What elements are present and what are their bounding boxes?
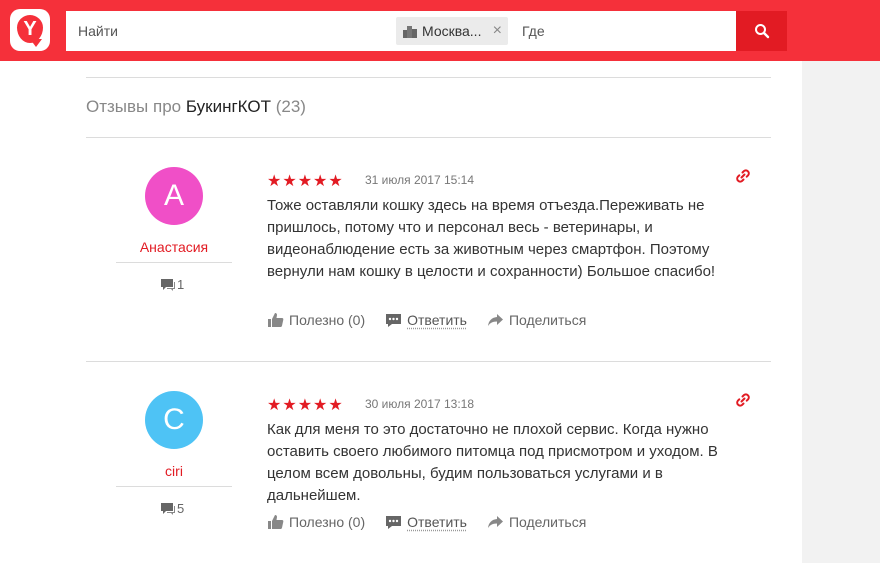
reply-label: Ответить — [407, 514, 467, 530]
review-item: А Анастасия 1 ★★★★★ 31 июля 2017 15:14 Т… — [86, 167, 771, 347]
comment-icon — [386, 313, 402, 327]
author-review-count-value: 1 — [177, 277, 185, 292]
close-icon[interactable]: × — [493, 22, 502, 40]
avatar[interactable]: C — [145, 391, 203, 449]
author-review-count[interactable]: 5 — [160, 501, 184, 516]
city-chip[interactable]: Москва... × — [396, 17, 508, 45]
top-bar: Y Москва... × — [0, 0, 880, 61]
share-label: Поделиться — [508, 312, 587, 328]
comment-icon — [386, 515, 402, 529]
speech-bubble-icon — [161, 278, 175, 291]
search-bar: Москва... × — [66, 11, 736, 51]
thumbs-up-icon — [268, 515, 284, 529]
speech-bubble-icon — [161, 502, 175, 515]
rating-stars: ★★★★★ — [267, 173, 344, 190]
useful-label: Полезно (0) — [289, 312, 366, 328]
search-icon — [754, 24, 769, 39]
share-arrow-icon — [487, 516, 503, 528]
reviews-heading: Отзывы про БукингКОТ (23) — [86, 97, 306, 117]
author-divider — [116, 486, 232, 487]
author-review-count[interactable]: 1 — [160, 277, 184, 292]
search-input[interactable] — [66, 11, 386, 51]
reviews-count: (23) — [275, 97, 306, 116]
useful-button[interactable]: Полезно (0) — [267, 312, 365, 328]
reply-label: Ответить — [407, 312, 467, 328]
avatar[interactable]: А — [145, 167, 203, 225]
author-name[interactable]: Анастасия — [116, 239, 232, 255]
review-date: 30 июля 2017 13:18 — [365, 397, 475, 411]
divider — [86, 137, 771, 138]
link-icon[interactable] — [734, 167, 752, 185]
right-sidebar — [802, 61, 880, 563]
reply-button[interactable]: Ответить — [385, 312, 467, 328]
where-input[interactable] — [514, 11, 734, 51]
divider — [86, 77, 771, 78]
reply-button[interactable]: Ответить — [385, 514, 467, 530]
author-name[interactable]: ciri — [116, 463, 232, 479]
review-actions: Полезно (0) Ответить Поделиться — [267, 312, 606, 328]
author-divider — [116, 262, 232, 263]
review-actions: Полезно (0) Ответить Поделиться — [267, 514, 606, 530]
share-button[interactable]: Поделиться — [487, 514, 586, 530]
search-button[interactable] — [736, 11, 787, 51]
city-name: Москва... — [422, 23, 482, 39]
useful-label: Полезно (0) — [289, 514, 366, 530]
share-label: Поделиться — [508, 514, 587, 530]
reviews-heading-prefix: Отзывы про — [86, 97, 182, 116]
share-button[interactable]: Поделиться — [487, 312, 586, 328]
share-arrow-icon — [487, 314, 503, 326]
review-text: Как для меня то это достаточно не плохой… — [267, 421, 718, 504]
thumbs-up-icon — [268, 313, 284, 327]
link-icon[interactable] — [734, 391, 752, 409]
logo-tail — [30, 39, 42, 47]
author-review-count-value: 5 — [177, 501, 185, 516]
rating-stars: ★★★★★ — [267, 397, 344, 414]
city-buildings-icon — [403, 26, 417, 38]
review-text: Тоже оставляли кошку здесь на время отъе… — [267, 197, 716, 280]
site-logo[interactable]: Y — [10, 9, 50, 51]
company-name[interactable]: БукингКОТ — [186, 97, 271, 116]
review-date: 31 июля 2017 15:14 — [365, 173, 475, 187]
useful-button[interactable]: Полезно (0) — [267, 514, 365, 530]
review-item: C ciri 5 ★★★★★ 30 июля 2017 13:18 Как дл… — [86, 391, 771, 561]
divider — [86, 361, 771, 362]
